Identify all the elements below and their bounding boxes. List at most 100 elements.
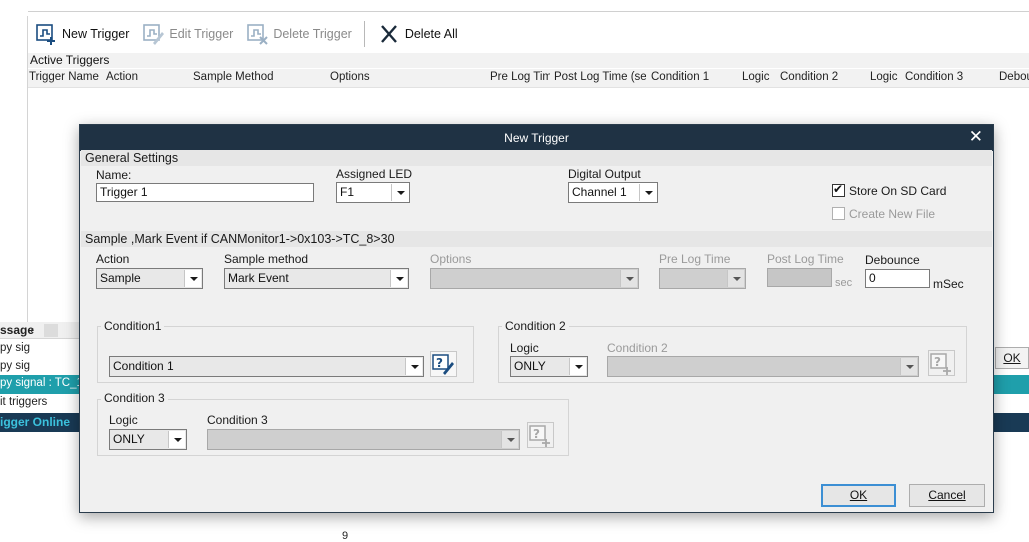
condition1-title: Condition1 (101, 319, 165, 333)
condition3-select[interactable] (207, 429, 520, 450)
store-sd-checkbox[interactable]: ✔ (832, 182, 845, 197)
condition2-title: Condition 2 (502, 319, 569, 333)
action-select[interactable]: Sample (96, 268, 203, 289)
action-value: Sample (100, 271, 141, 285)
horizontal-scrollbar-thumb[interactable] (44, 324, 58, 337)
cancel-button-label: Cancel (928, 488, 966, 502)
messages-header-label: ssage (0, 323, 35, 337)
dialog-title: New Trigger (504, 131, 569, 145)
new-trigger-label: New Trigger (62, 27, 130, 41)
toolbar-separator (363, 21, 365, 47)
chevron-down-icon[interactable] (390, 270, 407, 287)
message-line[interactable]: py sig (0, 340, 80, 358)
chevron-down-icon[interactable] (391, 184, 408, 201)
column-header[interactable]: Trigger Name (29, 71, 99, 83)
assigned-led-select[interactable]: F1 (336, 182, 410, 203)
condition1-select[interactable]: Condition 1 (109, 356, 424, 377)
delete-all-label: Delete All (404, 27, 458, 41)
edit-trigger-button[interactable]: Edit Trigger (135, 19, 239, 49)
column-header[interactable]: Condition 3 (905, 71, 963, 83)
options-select[interactable] (430, 268, 639, 289)
cancel-button[interactable]: Cancel (909, 484, 985, 507)
close-icon[interactable]: ✕ (969, 128, 983, 146)
delete-all-icon (380, 25, 397, 43)
chevron-down-icon[interactable] (184, 270, 201, 287)
sample-heading: Sample ,Mark Event if CANMonitor1->0x103… (81, 231, 992, 247)
pre-log-time-label: Pre Log Time (659, 252, 731, 266)
assigned-led-value: F1 (340, 185, 355, 199)
ok-button[interactable]: OK (821, 484, 896, 507)
new-trigger-button[interactable]: New Trigger (28, 19, 135, 49)
pre-log-time-select[interactable] (659, 268, 746, 289)
add-condition2-button[interactable]: ? (928, 350, 955, 376)
message-line[interactable]: py sig (0, 358, 80, 376)
bottom-text: 9 (342, 530, 349, 542)
debounce-label: Debounce (865, 253, 920, 267)
background-ok-button[interactable]: OK (995, 347, 1029, 369)
name-label: Name: (96, 168, 132, 182)
chevron-left-icon[interactable]: ‹ (30, 323, 34, 337)
column-header[interactable]: Condition 2 (780, 71, 838, 83)
dialog-titlebar: New Trigger ✕ (80, 125, 993, 151)
sec-unit-label: sec (835, 277, 853, 289)
condition2-logic-label: Logic (510, 341, 539, 355)
store-sd-label: Store On SD Card (849, 184, 947, 198)
chevron-down-icon[interactable] (168, 431, 185, 448)
condition2-logic-select[interactable]: ONLY (510, 356, 588, 377)
action-label: Action (96, 252, 130, 266)
digital-output-select[interactable]: Channel 1 (568, 182, 658, 203)
status-text: igger Online (0, 415, 71, 429)
chevron-down-icon[interactable] (900, 358, 917, 375)
add-condition-icon: ? (529, 425, 550, 447)
svg-text:?: ? (436, 356, 443, 370)
sample-method-value: Mark Event (228, 271, 289, 285)
column-header[interactable]: Options (330, 71, 370, 83)
edit-trigger-icon (143, 24, 165, 45)
triggers-grid-header: Trigger Name Action Sample Method Option… (28, 69, 1029, 88)
column-header[interactable]: Post Log Time (sec (554, 71, 646, 83)
top-strip (28, 0, 1029, 12)
column-header[interactable]: Condition 1 (651, 71, 709, 83)
column-header[interactable]: Sample Method (193, 71, 274, 83)
column-header[interactable]: Pre Log Time (490, 71, 550, 83)
sample-method-select[interactable]: Mark Event (224, 268, 409, 289)
new-trigger-icon (36, 24, 55, 45)
chevron-down-icon[interactable] (727, 270, 744, 287)
condition3-logic-label: Logic (109, 413, 138, 427)
column-header[interactable]: Debou (999, 71, 1029, 83)
chevron-down-icon[interactable] (501, 431, 518, 448)
edit-condition1-button[interactable]: ? (430, 351, 457, 377)
message-line[interactable]: it triggers (0, 394, 80, 412)
svg-text:?: ? (934, 355, 941, 369)
column-header[interactable]: Logic (742, 71, 770, 83)
condition2-select[interactable] (607, 356, 919, 377)
condition3-title: Condition 3 (101, 391, 168, 405)
condition3-select-label: Condition 3 (207, 413, 268, 427)
add-condition3-button[interactable]: ? (527, 422, 554, 448)
chevron-down-icon[interactable] (569, 358, 586, 375)
create-new-file-label: Create New File (849, 207, 936, 221)
column-header[interactable]: Logic (870, 71, 898, 83)
condition2-select-label: Condition 2 (607, 341, 668, 355)
column-header[interactable]: Action (106, 71, 138, 83)
delete-all-button[interactable]: Delete All (371, 19, 464, 49)
active-triggers-title: Active Triggers (28, 53, 1029, 68)
delete-trigger-label: Delete Trigger (273, 27, 352, 41)
sample-method-label: Sample method (224, 252, 309, 266)
post-log-time-input[interactable] (767, 268, 832, 287)
debounce-input[interactable]: 0 (865, 269, 930, 288)
delete-trigger-button[interactable]: Delete Trigger (239, 19, 358, 49)
chevron-down-icon[interactable] (405, 358, 422, 375)
chevron-down-icon[interactable] (639, 184, 656, 201)
msec-unit-label: mSec (933, 277, 964, 291)
chevron-down-icon[interactable] (620, 270, 637, 287)
condition3-logic-select[interactable]: ONLY (109, 429, 187, 450)
name-input[interactable]: Trigger 1 (96, 183, 314, 202)
edit-condition-icon: ? (432, 354, 454, 375)
options-label: Options (430, 252, 472, 266)
ok-button-label: OK (849, 488, 868, 502)
digital-output-label: Digital Output (568, 167, 641, 181)
add-condition-icon: ? (930, 353, 951, 375)
create-new-file-checkbox[interactable] (832, 207, 845, 220)
condition2-logic-value: ONLY (514, 359, 546, 373)
